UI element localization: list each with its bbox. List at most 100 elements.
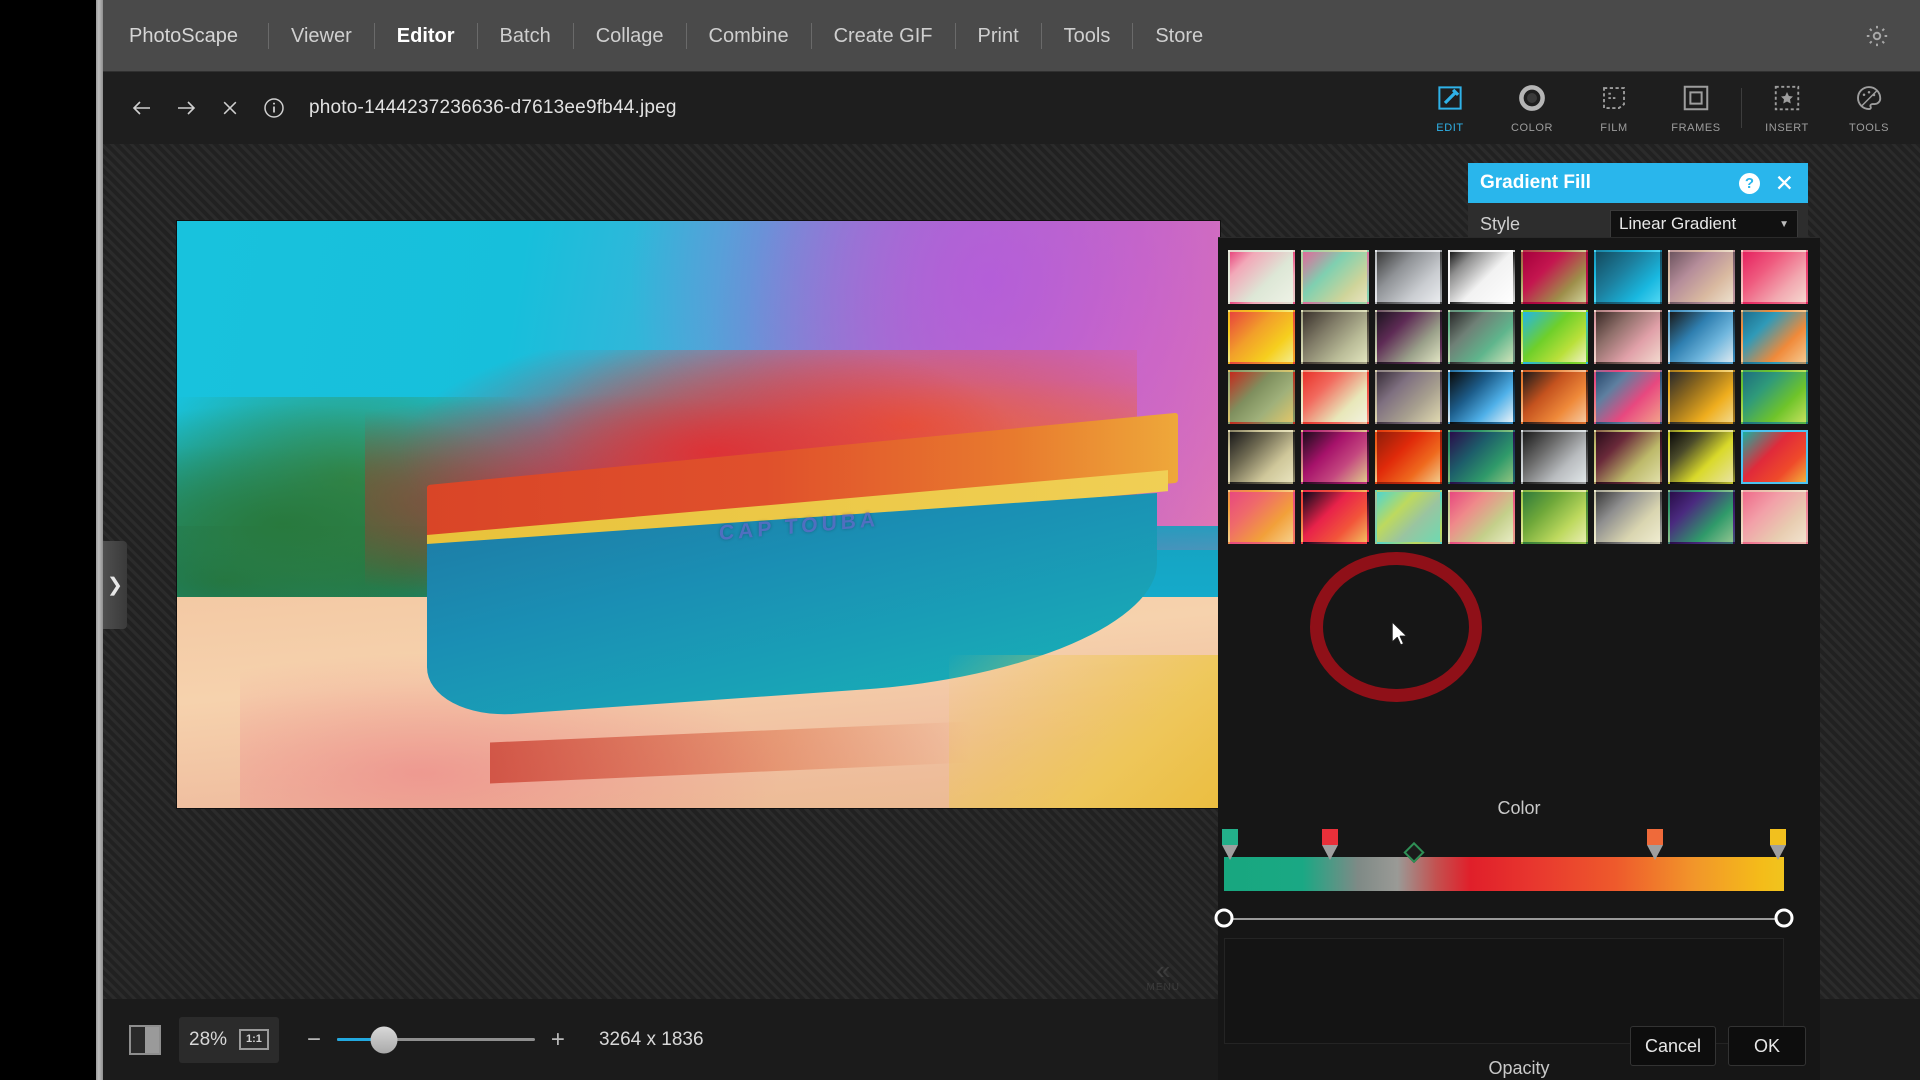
close-x-icon[interactable]: ✕ [1775, 172, 1794, 195]
gradient-swatch[interactable] [1228, 430, 1295, 484]
gradient-swatch[interactable] [1301, 250, 1368, 304]
tool-color[interactable]: COLOR [1491, 72, 1573, 144]
color-gradient-bar[interactable] [1224, 857, 1784, 891]
zoom-slider-knob[interactable] [371, 1026, 398, 1053]
arrow-right-icon[interactable] [173, 95, 199, 121]
menu-item-batch[interactable]: Batch [478, 0, 573, 72]
color-stop-editor[interactable] [1218, 833, 1820, 893]
gear-icon[interactable] [1860, 19, 1894, 53]
gradient-swatch[interactable] [1521, 250, 1588, 304]
menu-item-create-gif[interactable]: Create GIF [812, 0, 955, 72]
opacity-stop-editor[interactable] [1218, 906, 1820, 936]
gradient-swatch[interactable] [1448, 430, 1515, 484]
menu-item-combine[interactable]: Combine [687, 0, 811, 72]
ok-button[interactable]: OK [1728, 1026, 1806, 1066]
gradient-swatch[interactable] [1741, 250, 1808, 304]
gradient-swatch[interactable] [1228, 250, 1295, 304]
style-dropdown[interactable]: Linear Gradient ▼ [1610, 210, 1798, 238]
gradient-swatch[interactable] [1741, 370, 1808, 424]
edit-mode-toolbar: EDIT COLOR FILM [1409, 72, 1910, 144]
image-dimensions-label: 3264 x 1836 [599, 1029, 704, 1051]
chevron-double-left-icon[interactable]: « MENU [1147, 957, 1180, 993]
tool-edit[interactable]: EDIT [1409, 72, 1491, 144]
gradient-swatch[interactable] [1594, 310, 1661, 364]
gradient-swatch[interactable] [1375, 430, 1442, 484]
gradient-fill-dialog-titlebar: Gradient Fill ? ✕ [1468, 163, 1808, 203]
gradient-swatch[interactable] [1301, 370, 1368, 424]
gradient-swatch[interactable] [1521, 430, 1588, 484]
color-stop-handle[interactable] [1222, 829, 1238, 861]
gradient-swatch[interactable] [1228, 370, 1295, 424]
path-toolbar: photo-1444237236636-d7613ee9fb44.jpeg ED… [103, 72, 1920, 144]
gradient-swatch[interactable] [1668, 430, 1735, 484]
opacity-stop-handle[interactable] [1215, 909, 1234, 928]
gradient-swatch[interactable] [1228, 310, 1295, 364]
opacity-track[interactable] [1224, 918, 1784, 920]
nav-icon-group [103, 95, 287, 121]
tool-film[interactable]: FILM [1573, 72, 1655, 144]
palette-brush-icon [1854, 83, 1884, 118]
gradient-swatch[interactable] [1301, 430, 1368, 484]
menu-item-viewer[interactable]: Viewer [269, 0, 374, 72]
zoom-in-icon[interactable]: + [549, 1028, 567, 1052]
menu-item-store[interactable]: Store [1133, 0, 1225, 72]
help-question-icon[interactable]: ? [1739, 173, 1760, 194]
gradient-swatch[interactable] [1594, 430, 1661, 484]
opacity-stop-handle[interactable] [1774, 909, 1793, 928]
gradient-swatch[interactable] [1668, 490, 1735, 544]
color-stop-pointer [1322, 845, 1338, 860]
gradient-swatch[interactable] [1375, 370, 1442, 424]
split-view-icon[interactable] [129, 1025, 161, 1055]
gradient-swatch[interactable] [1521, 370, 1588, 424]
gradient-swatch[interactable] [1668, 310, 1735, 364]
gradient-swatch[interactable] [1375, 310, 1442, 364]
close-x-icon[interactable] [217, 95, 243, 121]
zoom-percent-label: 28% [189, 1029, 227, 1051]
menu-item-editor[interactable]: Editor [375, 0, 477, 72]
gradient-swatch[interactable] [1668, 370, 1735, 424]
zoom-out-icon[interactable]: − [305, 1028, 323, 1052]
gradient-swatch[interactable] [1594, 370, 1661, 424]
color-stop-handle[interactable] [1322, 829, 1338, 861]
style-dropdown-value: Linear Gradient [1619, 214, 1736, 234]
chevron-right-icon[interactable]: ❯ [103, 541, 127, 629]
gradient-swatch[interactable] [1521, 490, 1588, 544]
gradient-swatch[interactable] [1448, 370, 1515, 424]
tool-insert[interactable]: INSERT [1746, 72, 1828, 144]
gradient-swatch[interactable] [1375, 490, 1442, 544]
gradient-swatch[interactable] [1448, 310, 1515, 364]
gradient-swatch[interactable] [1448, 250, 1515, 304]
gradient-swatch[interactable] [1301, 490, 1368, 544]
insert-star-icon [1772, 83, 1802, 118]
zoom-slider-track[interactable] [337, 1038, 535, 1041]
gradient-swatch[interactable] [1741, 490, 1808, 544]
dialog-title: Gradient Fill [1480, 172, 1591, 194]
cancel-button[interactable]: Cancel [1630, 1026, 1716, 1066]
color-stop-handle[interactable] [1770, 829, 1786, 861]
tool-tools[interactable]: TOOLS [1828, 72, 1910, 144]
color-stop-handle[interactable] [1647, 829, 1663, 861]
gradient-swatch[interactable] [1375, 250, 1442, 304]
gradient-swatch[interactable] [1448, 490, 1515, 544]
gradient-swatch[interactable] [1594, 490, 1661, 544]
gradient-swatch[interactable] [1228, 490, 1295, 544]
gradient-swatch[interactable] [1741, 430, 1808, 484]
gradient-swatch[interactable] [1301, 310, 1368, 364]
actual-size-button[interactable]: 1:1 [239, 1029, 269, 1050]
menu-item-print[interactable]: Print [956, 0, 1041, 72]
arrow-left-icon[interactable] [129, 95, 155, 121]
gradient-swatch[interactable] [1521, 310, 1588, 364]
menu-item-collage[interactable]: Collage [574, 0, 686, 72]
menu-item-tools[interactable]: Tools [1042, 0, 1133, 72]
gradient-swatch[interactable] [1741, 310, 1808, 364]
app-root: PhotoScape Viewer Editor Batch Collage C… [0, 0, 1920, 1080]
gradient-swatch[interactable] [1594, 250, 1661, 304]
zoom-slider[interactable]: − + [305, 1028, 567, 1052]
gradient-fill-dialog-body: Color Opacity Location 85 ▲ ▼ Cancel OK [1218, 237, 1820, 1080]
photo-canvas[interactable]: CAP TOUBA [177, 221, 1220, 808]
gradient-swatch[interactable] [1668, 250, 1735, 304]
info-circle-icon[interactable] [261, 95, 287, 121]
gradient-swatch-grid[interactable] [1224, 246, 1812, 548]
color-midpoint-handle[interactable] [1404, 842, 1425, 863]
tool-frames[interactable]: FRAMES [1655, 72, 1737, 144]
